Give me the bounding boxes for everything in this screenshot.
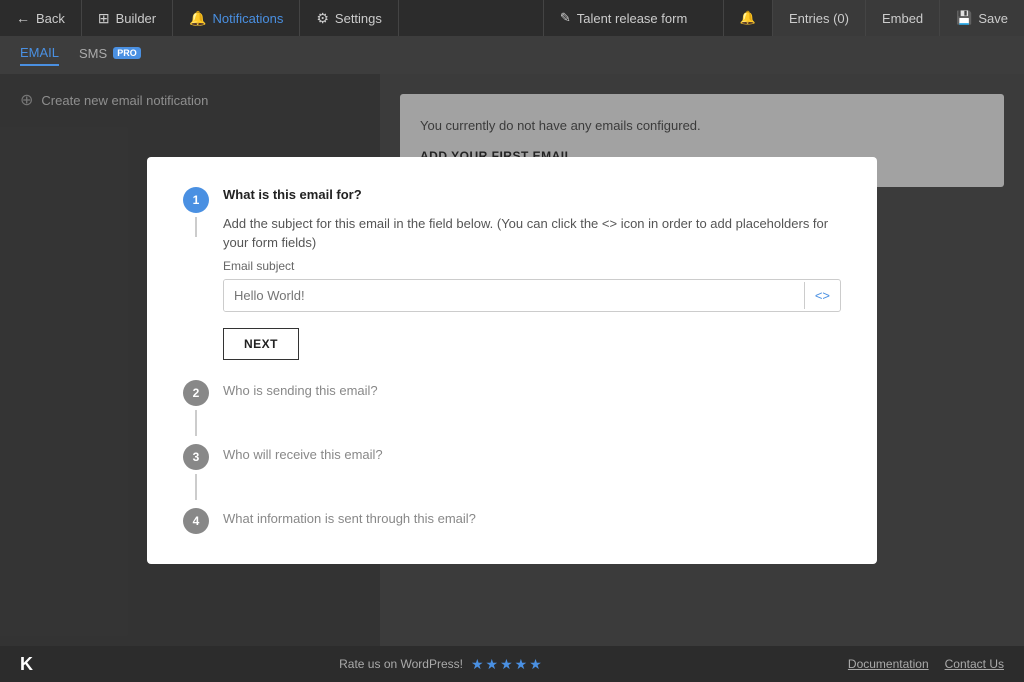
footer: K Rate us on WordPress! ★ ★ ★ ★ ★ Docume… [0,646,1024,682]
back-button[interactable]: ← Back [0,0,82,36]
bell-icon: 🔔 [189,10,206,27]
notification-bell-icon: 🔔 [740,10,756,26]
save-button[interactable]: 💾 Save [939,0,1024,36]
nav-right-group: ✎ Talent release form 🔔 Entries (0) Embe… [543,0,1024,36]
builder-icon: ⊞ [98,10,110,27]
logo: K [20,654,33,675]
step-3-circle: 3 [183,444,209,470]
star-2: ★ [486,656,499,673]
email-subject-input-wrap: <> [223,279,841,312]
star-1: ★ [471,656,484,673]
footer-center: Rate us on WordPress! ★ ★ ★ ★ ★ [339,656,542,673]
edit-icon: ✎ [560,10,571,26]
entries-button[interactable]: Entries (0) [772,0,865,36]
modal-overlay: 1 What is this email for? Add the subjec… [0,74,1024,646]
star-rating[interactable]: ★ ★ ★ ★ ★ [471,656,542,673]
step-2-circle: 2 [183,380,209,406]
step-1-title: What is this email for? [223,187,841,202]
notifications-tab[interactable]: 🔔 Notifications [173,0,300,36]
email-subject-input[interactable] [224,280,804,311]
gear-icon: ⚙ [316,10,329,27]
sub-navigation: EMAIL SMS PRO [0,36,1024,74]
builder-tab[interactable]: ⊞ Builder [82,0,173,36]
pro-badge: PRO [113,47,141,59]
email-wizard-modal: 1 What is this email for? Add the subjec… [147,157,877,564]
placeholder-icon-button[interactable]: <> [804,282,840,309]
settings-tab[interactable]: ⚙ Settings [300,0,399,36]
step-1-circle: 1 [183,187,209,213]
rate-text: Rate us on WordPress! [339,657,463,671]
email-subject-label: Email subject [223,259,841,273]
step-2-label: Who is sending this email? [223,383,378,398]
step-3-label: Who will receive this email? [223,447,383,462]
back-icon: ← [16,10,30,26]
email-tab[interactable]: EMAIL [20,45,59,66]
step-1-content: What is this email for? Add the subject … [223,187,841,360]
embed-button[interactable]: Embed [865,0,939,36]
save-icon: 💾 [956,10,972,26]
documentation-link[interactable]: Documentation [848,657,929,671]
wizard-step-3: 3 Who will receive this email? [183,444,841,500]
form-title: ✎ Talent release form [543,0,723,36]
wizard-step-1: 1 What is this email for? Add the subjec… [183,187,841,360]
star-5: ★ [529,656,542,673]
wizard-step-2: 2 Who is sending this email? [183,380,841,436]
footer-links: Documentation Contact Us [848,657,1004,671]
wizard-step-4: 4 What information is sent through this … [183,508,841,534]
star-4: ★ [515,656,528,673]
step-1-description: Add the subject for this email in the fi… [223,214,841,253]
step-4-label: What information is sent through this em… [223,511,476,526]
contact-link[interactable]: Contact Us [945,657,1004,671]
next-button[interactable]: NEXT [223,328,299,360]
step-4-circle: 4 [183,508,209,534]
sms-tab[interactable]: SMS PRO [79,46,141,65]
top-navigation: ← Back ⊞ Builder 🔔 Notifications ⚙ Setti… [0,0,1024,36]
star-3: ★ [500,656,513,673]
bell-notification-icon[interactable]: 🔔 [723,0,772,36]
